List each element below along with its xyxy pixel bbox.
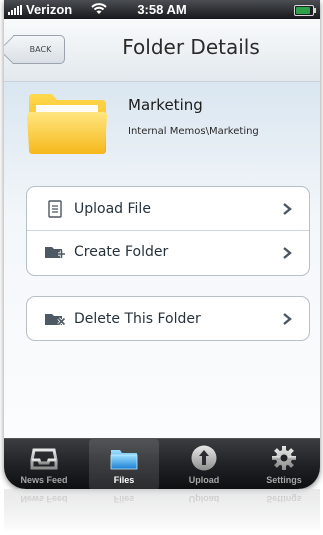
app-screen: Verizon 3:58 AM BACK Folder Details Mark… (4, 0, 320, 489)
document-icon (43, 199, 67, 219)
inbox-icon (30, 444, 58, 472)
folder-details-content: Marketing Internal Memos\Marketing Uploa… (4, 82, 320, 438)
folder-delete-icon (43, 309, 67, 329)
chevron-right-icon (281, 201, 293, 215)
folder-icon (26, 92, 108, 156)
chevron-right-icon (281, 245, 293, 259)
tab-news-feed-label: News Feed (20, 475, 68, 485)
tab-bar-reflection: News Feed Files Upload Settings (4, 489, 320, 535)
upload-file-label: Upload File (74, 200, 151, 217)
danger-actions-group: Delete This Folder (26, 296, 310, 341)
upload-file-button[interactable]: Upload File (27, 187, 309, 230)
delete-folder-button[interactable]: Delete This Folder (27, 297, 309, 340)
back-button-label: BACK (29, 45, 52, 54)
gear-icon (270, 444, 298, 472)
tab-files-label: Files (113, 475, 135, 485)
tab-settings-label: Settings (266, 475, 302, 485)
tab-news-feed[interactable]: News Feed (9, 439, 79, 489)
folder-name: Marketing (128, 96, 203, 114)
upload-arrow-icon (190, 444, 218, 472)
back-button[interactable]: BACK (13, 35, 65, 64)
navigation-bar: BACK Folder Details (4, 19, 320, 82)
folder-icon (110, 444, 138, 472)
status-time: 3:58 AM (137, 2, 187, 17)
tab-upload-label: Upload (188, 475, 220, 485)
battery-charging-icon (294, 5, 316, 16)
tab-bar: News Feed Files Upload Settings (4, 438, 320, 489)
tab-upload[interactable]: Upload (169, 439, 239, 489)
chevron-right-icon (281, 311, 293, 325)
folder-path: Internal Memos\Marketing (128, 126, 259, 137)
create-folder-label: Create Folder (74, 244, 169, 260)
tab-settings[interactable]: Settings (249, 439, 319, 489)
folder-add-icon (43, 242, 67, 262)
tab-files[interactable]: Files (89, 439, 159, 489)
create-folder-button[interactable]: Create Folder (27, 230, 309, 273)
delete-folder-label: Delete This Folder (74, 310, 201, 327)
status-bar: Verizon 3:58 AM (4, 0, 320, 19)
folder-actions-group: Upload File Create Folder (26, 186, 310, 276)
page-title: Folder Details (122, 35, 260, 59)
